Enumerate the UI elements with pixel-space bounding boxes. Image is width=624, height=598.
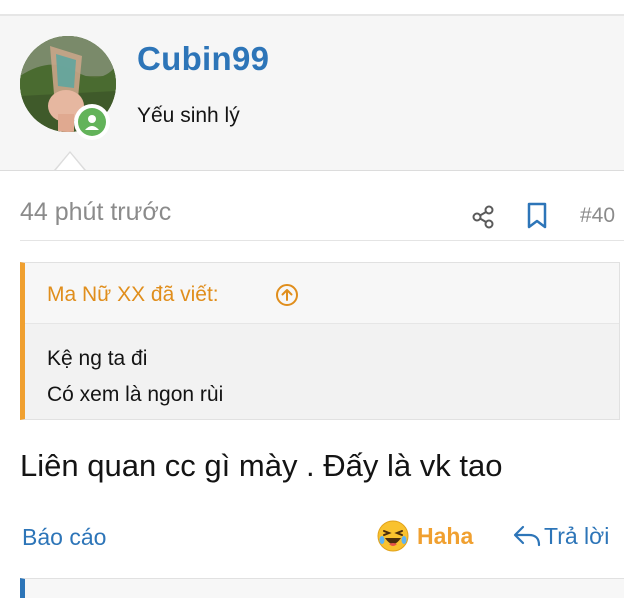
reaction-button[interactable]: Haha <box>377 520 473 552</box>
share-icon[interactable] <box>470 204 496 230</box>
quote-block: Ma Nữ XX đã viết: Kệ ng ta đi Có xem là … <box>20 262 620 420</box>
user-status-icon <box>78 108 106 136</box>
quote-line: Có xem là ngon rùi <box>47 383 224 406</box>
reaction-label: Haha <box>417 522 474 549</box>
bookmark-icon[interactable] <box>526 202 548 230</box>
quote-body: Kệ ng ta đi Có xem là ngon rùi <box>47 341 223 413</box>
post-timestamp[interactable]: 44 phút trước <box>20 198 171 227</box>
user-header: Cubin99 Yếu sinh lý <box>0 16 624 171</box>
post-number-link[interactable]: #40 <box>580 204 615 228</box>
message-pointer <box>56 153 84 170</box>
post-content: Liên quan cc gì mày . Đấy là vk tao <box>20 448 503 483</box>
quote-line: Kệ ng ta đi <box>47 347 148 370</box>
haha-emoji-icon <box>377 520 409 552</box>
quote-author[interactable]: Ma Nữ XX đã viết: <box>47 283 219 307</box>
username-link[interactable]: Cubin99 <box>137 40 269 78</box>
online-status-indicator <box>74 104 110 140</box>
report-button[interactable]: Báo cáo <box>22 524 106 551</box>
top-strip <box>0 0 624 14</box>
next-post-quote-edge <box>20 578 624 598</box>
reply-button[interactable]: Trả lời <box>512 520 609 552</box>
quote-header[interactable]: Ma Nữ XX đã viết: <box>25 263 619 324</box>
reply-label: Trả lời <box>544 522 610 549</box>
post-meta-bar: 44 phút trước #40 <box>20 190 624 241</box>
reply-icon <box>513 525 541 547</box>
quote-expand-icon[interactable] <box>275 283 299 307</box>
user-title: Yếu sinh lý <box>137 104 240 127</box>
